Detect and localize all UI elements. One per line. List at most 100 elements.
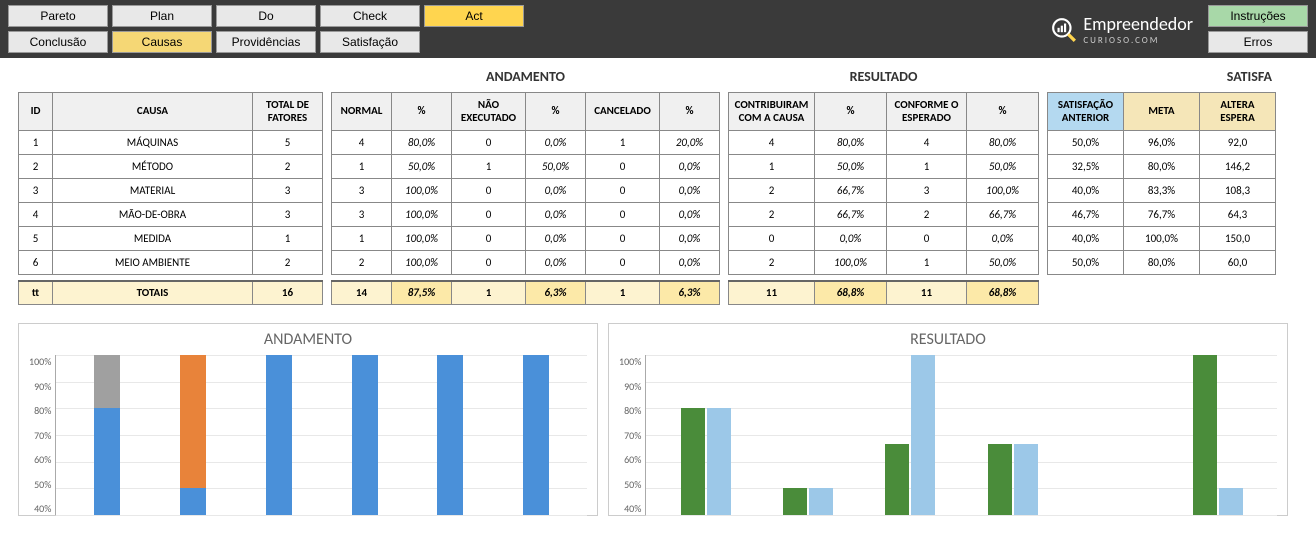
cell[interactable]: 1 [729, 155, 815, 179]
cell[interactable]: 100,0% [815, 251, 887, 275]
cell[interactable]: 83,3% [1124, 179, 1200, 203]
cell[interactable]: 0 [586, 155, 660, 179]
cell[interactable]: 0 [586, 203, 660, 227]
cell[interactable]: MÉTODO [53, 155, 253, 179]
cell[interactable]: 4 [19, 203, 53, 227]
cell[interactable]: 20,0% [660, 131, 720, 155]
cell[interactable]: 66,7% [815, 203, 887, 227]
erros-button[interactable]: Erros [1208, 31, 1308, 53]
cell[interactable]: 2 [887, 203, 967, 227]
cell[interactable]: 46,7% [1048, 203, 1124, 227]
do-button[interactable]: Do [216, 5, 316, 27]
cell[interactable]: 4 [729, 131, 815, 155]
cell[interactable]: 2 [19, 155, 53, 179]
cell[interactable]: 2 [729, 203, 815, 227]
cell[interactable]: 64,3 [1200, 203, 1276, 227]
cell[interactable]: 1 [586, 131, 660, 155]
cell[interactable]: MEIO AMBIENTE [53, 251, 253, 275]
cell[interactable]: MEDIDA [53, 227, 253, 251]
pareto-button[interactable]: Pareto [8, 5, 108, 27]
cell[interactable]: 80,0% [392, 131, 452, 155]
cell[interactable]: 0,0% [526, 251, 586, 275]
check-button[interactable]: Check [320, 5, 420, 27]
instrucoes-button[interactable]: Instruções [1208, 5, 1308, 27]
cell[interactable]: 1 [332, 227, 392, 251]
act-button[interactable]: Act [424, 5, 524, 27]
cell[interactable]: 2 [729, 251, 815, 275]
cell[interactable]: 1 [887, 251, 967, 275]
cell[interactable]: 3 [332, 203, 392, 227]
cell[interactable]: 5 [253, 131, 323, 155]
cell[interactable]: 150,0 [1200, 227, 1276, 251]
cell[interactable]: 2 [729, 179, 815, 203]
cell[interactable]: 100,0% [392, 179, 452, 203]
cell[interactable]: 50,0% [967, 251, 1039, 275]
cell[interactable]: 80,0% [1124, 155, 1200, 179]
cell[interactable]: 1 [332, 155, 392, 179]
cell[interactable]: 108,3 [1200, 179, 1276, 203]
cell[interactable]: 0,0% [660, 179, 720, 203]
cell[interactable]: 2 [332, 251, 392, 275]
cell[interactable]: 0 [586, 227, 660, 251]
cell[interactable]: 100,0% [1124, 227, 1200, 251]
cell[interactable]: 50,0% [967, 155, 1039, 179]
plan-button[interactable]: Plan [112, 5, 212, 27]
cell[interactable]: 50,0% [815, 155, 887, 179]
cell[interactable]: 66,7% [815, 179, 887, 203]
cell[interactable]: 0 [452, 227, 526, 251]
cell[interactable]: 6 [19, 251, 53, 275]
cell[interactable]: MATERIAL [53, 179, 253, 203]
cell[interactable]: 1 [452, 155, 526, 179]
cell[interactable]: 0,0% [526, 179, 586, 203]
cell[interactable]: 0 [729, 227, 815, 251]
cell[interactable]: 50,0% [392, 155, 452, 179]
cell[interactable]: 50,0% [1048, 251, 1124, 275]
cell[interactable]: 100,0% [967, 179, 1039, 203]
cell[interactable]: 0,0% [526, 227, 586, 251]
cell[interactable]: 2 [253, 155, 323, 179]
cell[interactable]: 0,0% [660, 203, 720, 227]
conclusao-button[interactable]: Conclusão [8, 31, 108, 53]
cell[interactable]: 32,5% [1048, 155, 1124, 179]
cell[interactable]: 50,0% [1048, 131, 1124, 155]
cell[interactable]: 92,0 [1200, 131, 1276, 155]
cell[interactable]: 0 [586, 251, 660, 275]
cell[interactable]: 0,0% [967, 227, 1039, 251]
cell[interactable]: 146,2 [1200, 155, 1276, 179]
satisfacao-button[interactable]: Satisfação [320, 31, 420, 53]
cell[interactable]: 0 [452, 203, 526, 227]
cell[interactable]: 4 [332, 131, 392, 155]
cell[interactable]: 3 [19, 179, 53, 203]
cell[interactable]: 3 [332, 179, 392, 203]
cell[interactable]: 50,0% [526, 155, 586, 179]
cell[interactable]: 80,0% [1124, 251, 1200, 275]
cell[interactable]: 4 [887, 131, 967, 155]
cell[interactable]: 100,0% [392, 227, 452, 251]
cell[interactable]: 0 [452, 131, 526, 155]
cell[interactable]: 0 [586, 179, 660, 203]
cell[interactable]: 1 [253, 227, 323, 251]
causas-button[interactable]: Causas [112, 31, 212, 53]
cell[interactable]: MÁQUINAS [53, 131, 253, 155]
cell[interactable]: 3 [253, 203, 323, 227]
cell[interactable]: 0,0% [526, 131, 586, 155]
cell[interactable]: 40,0% [1048, 227, 1124, 251]
cell[interactable]: 96,0% [1124, 131, 1200, 155]
cell[interactable]: 3 [253, 179, 323, 203]
cell[interactable]: 60,0 [1200, 251, 1276, 275]
cell[interactable]: 0 [887, 227, 967, 251]
cell[interactable]: 0 [452, 179, 526, 203]
cell[interactable]: 76,7% [1124, 203, 1200, 227]
cell[interactable]: 0,0% [526, 203, 586, 227]
cell[interactable]: 100,0% [392, 251, 452, 275]
cell[interactable]: 0,0% [660, 251, 720, 275]
cell[interactable]: 100,0% [392, 203, 452, 227]
cell[interactable]: 1 [19, 131, 53, 155]
cell[interactable]: MÃO-DE-OBRA [53, 203, 253, 227]
cell[interactable]: 80,0% [967, 131, 1039, 155]
cell[interactable]: 40,0% [1048, 179, 1124, 203]
cell[interactable]: 2 [253, 251, 323, 275]
cell[interactable]: 3 [887, 179, 967, 203]
cell[interactable]: 0,0% [660, 155, 720, 179]
cell[interactable]: 0,0% [660, 227, 720, 251]
